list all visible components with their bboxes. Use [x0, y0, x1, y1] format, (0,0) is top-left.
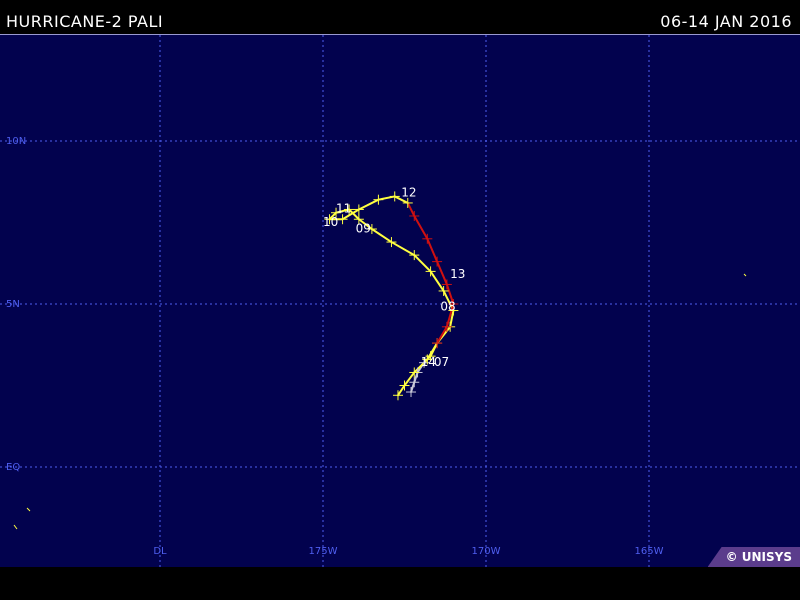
island-mark: [26, 507, 31, 512]
track-map: 10N 5N EQ DL 175W 170W 165W 07 08 09 10 11 12 13 14: [0, 34, 800, 568]
day-label: 09: [356, 221, 371, 235]
island-mark: [13, 524, 18, 530]
lon-label: 165W: [635, 546, 664, 557]
day-label: 07: [434, 355, 449, 369]
track-segment: [370, 228, 393, 244]
track-segment: [357, 198, 380, 211]
islands: [13, 273, 747, 530]
lat-label: 5N: [6, 299, 20, 310]
track-segment: [413, 254, 432, 273]
grid-labels: 10N 5N EQ DL 175W 170W 165W: [6, 136, 664, 557]
day-label: 10: [323, 215, 338, 229]
track-segment: [413, 214, 429, 240]
day-label: 13: [450, 267, 465, 281]
track-segment: [390, 241, 416, 257]
lon-label: DL: [153, 546, 167, 557]
track-point: [389, 191, 400, 202]
track-point: [432, 256, 443, 267]
lat-lon-grid: [0, 35, 800, 568]
track-point: [373, 194, 384, 205]
track-point: [337, 214, 348, 225]
lat-label: EQ: [6, 462, 20, 473]
track-point: [353, 204, 364, 215]
track-segment: [406, 201, 416, 217]
track-point: [409, 210, 420, 221]
track-point: [422, 233, 433, 244]
track-segment: [426, 237, 439, 263]
lon-label: 175W: [309, 546, 338, 557]
track-segment: [436, 260, 448, 286]
track-point: [402, 197, 413, 208]
island-mark: [743, 273, 747, 277]
day-label: 12: [401, 185, 416, 199]
day-label: 08: [440, 300, 455, 314]
day-label: 11: [336, 202, 351, 216]
track-segment: [396, 384, 406, 397]
credit-badge: © UNISYS: [707, 547, 800, 567]
title-bar: HURRICANE-2 PALI 06-14 JAN 2016: [0, 0, 800, 34]
footer-bar: [0, 567, 800, 600]
day-label: 14: [421, 355, 436, 369]
date-range: 06-14 JAN 2016: [660, 12, 792, 31]
map-canvas: 10N 5N EQ DL 175W 170W 165W 07 08 09 1011 12 13 14: [0, 35, 800, 568]
lat-label: 10N: [6, 136, 26, 147]
lon-label: 170W: [472, 546, 501, 557]
track-point: [406, 387, 417, 398]
storm-title: HURRICANE-2 PALI: [6, 12, 164, 31]
track-segment: [436, 325, 448, 345]
